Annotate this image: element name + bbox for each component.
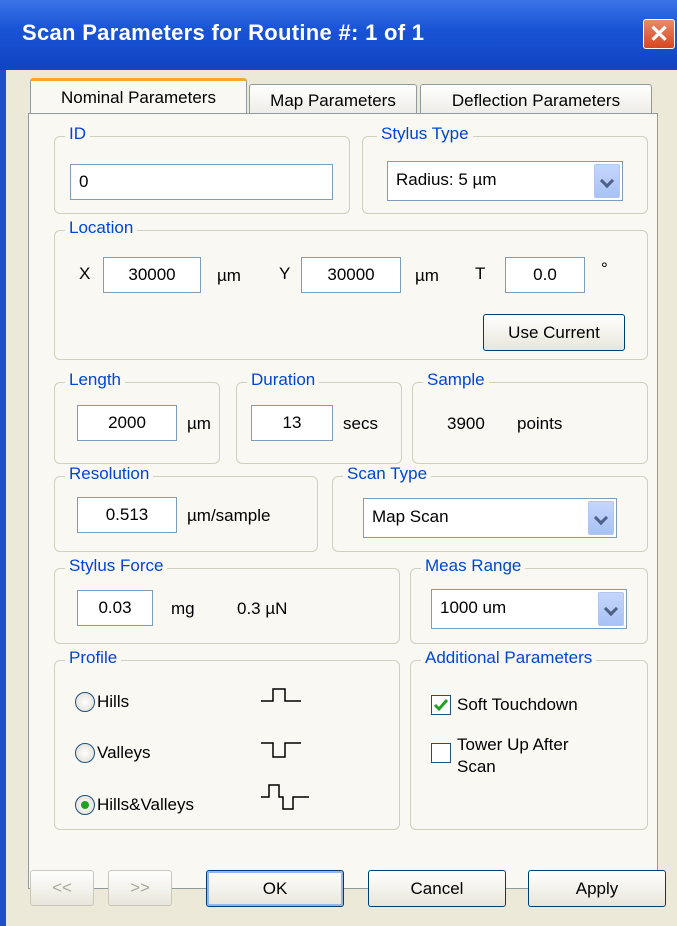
scan-type-select[interactable]: Map Scan xyxy=(363,498,617,538)
meas-range-label: Meas Range xyxy=(421,556,526,576)
hills-valleys-profile-icon xyxy=(261,784,309,810)
sample-label: Sample xyxy=(423,370,489,390)
id-input[interactable]: 0 xyxy=(70,164,333,200)
resolution-group: Resolution 0.513 µm/sample xyxy=(54,464,318,552)
stylus-force-newtons: 0.3 µN xyxy=(237,599,288,618)
close-button[interactable]: ✕ xyxy=(643,19,675,49)
meas-range-value: 1000 um xyxy=(440,598,507,617)
x-unit: µm xyxy=(217,266,241,285)
duration-group: Duration 13 secs xyxy=(236,370,402,464)
stylus-force-unit: mg xyxy=(171,599,195,618)
additional-parameters-label: Additional Parameters xyxy=(421,648,597,668)
valleys-profile-icon xyxy=(261,742,301,758)
hills-profile-icon xyxy=(261,688,301,702)
y-label: Y xyxy=(279,264,291,283)
scan-type-group: Scan Type Map Scan xyxy=(332,464,648,552)
additional-parameters-group: Additional Parameters Soft Touchdown Tow… xyxy=(410,648,648,830)
stylus-force-label: Stylus Force xyxy=(65,556,168,576)
y-unit: µm xyxy=(415,266,439,285)
length-group: Length 2000 µm xyxy=(54,370,220,464)
sample-value: 3900 xyxy=(447,414,485,433)
duration-unit: secs xyxy=(343,414,378,433)
y-input[interactable]: 30000 xyxy=(301,257,401,293)
duration-input[interactable]: 13 xyxy=(251,405,333,441)
radio-selected-dot xyxy=(81,801,89,809)
sample-group: Sample 3900 points xyxy=(412,370,648,464)
length-input[interactable]: 2000 xyxy=(77,405,177,441)
tab-map-parameters[interactable]: Map Parameters xyxy=(249,84,417,116)
title-bar: Scan Parameters for Routine #: 1 of 1 ✕ xyxy=(0,0,677,70)
length-unit: µm xyxy=(187,414,211,433)
duration-label: Duration xyxy=(247,370,320,390)
resolution-unit: µm/sample xyxy=(187,506,271,525)
stylus-type-value: Radius: 5 µm xyxy=(396,170,497,189)
stylus-force-group: Stylus Force 0.03 mg 0.3 µN xyxy=(54,556,400,644)
tab-deflection-parameters[interactable]: Deflection Parameters xyxy=(420,84,652,116)
tower-up-after-scan-checkbox[interactable] xyxy=(431,743,451,763)
sample-unit: points xyxy=(517,414,563,433)
profile-group: Profile Hills Valleys Hills&Valleys xyxy=(54,648,400,830)
tower-up-label-line2[interactable]: Scan xyxy=(457,757,496,777)
use-current-button[interactable]: Use Current xyxy=(483,314,625,351)
soft-touchdown-checkbox[interactable] xyxy=(431,695,451,715)
soft-touchdown-label[interactable]: Soft Touchdown xyxy=(457,695,578,715)
stylus-type-group: Stylus Type Radius: 5 µm xyxy=(362,124,648,214)
meas-range-group: Meas Range 1000 um xyxy=(410,556,648,644)
next-button[interactable]: >> xyxy=(108,870,172,906)
apply-button[interactable]: Apply xyxy=(528,870,666,907)
stylus-type-label: Stylus Type xyxy=(377,124,473,144)
t-label: T xyxy=(475,264,486,283)
tab-nominal-parameters[interactable]: Nominal Parameters xyxy=(30,78,247,116)
resolution-input[interactable]: 0.513 xyxy=(77,497,177,533)
length-label: Length xyxy=(65,370,125,390)
radio-hills[interactable] xyxy=(75,692,95,712)
scan-type-label: Scan Type xyxy=(343,464,432,484)
previous-button[interactable]: << xyxy=(30,870,94,906)
cancel-button[interactable]: Cancel xyxy=(368,870,506,907)
profile-label: Profile xyxy=(65,648,122,668)
scan-type-value: Map Scan xyxy=(372,507,449,526)
ok-button[interactable]: OK xyxy=(206,870,344,907)
dialog-window: Scan Parameters for Routine #: 1 of 1 ✕ … xyxy=(0,0,677,926)
radio-hills-valleys[interactable] xyxy=(75,795,95,815)
radio-valleys-label[interactable]: Valleys xyxy=(97,743,151,763)
tower-up-label-line1[interactable]: Tower Up After xyxy=(457,735,569,755)
chevron-down-icon[interactable] xyxy=(598,592,624,626)
t-input[interactable]: 0.0 xyxy=(505,257,585,293)
location-label: Location xyxy=(65,218,138,238)
radio-valleys[interactable] xyxy=(75,743,95,763)
dialog-client-area: Nominal Parameters Map Parameters Deflec… xyxy=(6,70,677,926)
checkmark-icon xyxy=(433,699,449,712)
stylus-type-select[interactable]: Radius: 5 µm xyxy=(387,161,623,201)
id-group: ID 0 xyxy=(54,124,350,214)
chevron-down-icon[interactable] xyxy=(588,501,614,535)
x-input[interactable]: 30000 xyxy=(103,257,201,293)
resolution-label: Resolution xyxy=(65,464,154,484)
chevron-down-icon[interactable] xyxy=(594,164,620,198)
t-unit: ° xyxy=(601,259,608,278)
id-group-label: ID xyxy=(65,124,90,144)
window-title: Scan Parameters for Routine #: 1 of 1 xyxy=(22,20,425,45)
meas-range-select[interactable]: 1000 um xyxy=(431,589,627,629)
radio-hills-label[interactable]: Hills xyxy=(97,692,129,712)
x-label: X xyxy=(79,264,91,283)
radio-hills-valleys-label[interactable]: Hills&Valleys xyxy=(97,795,194,815)
stylus-force-input[interactable]: 0.03 xyxy=(77,590,153,626)
location-group: Location X 30000 µm Y 30000 µm T 0.0 ° U… xyxy=(54,218,648,360)
